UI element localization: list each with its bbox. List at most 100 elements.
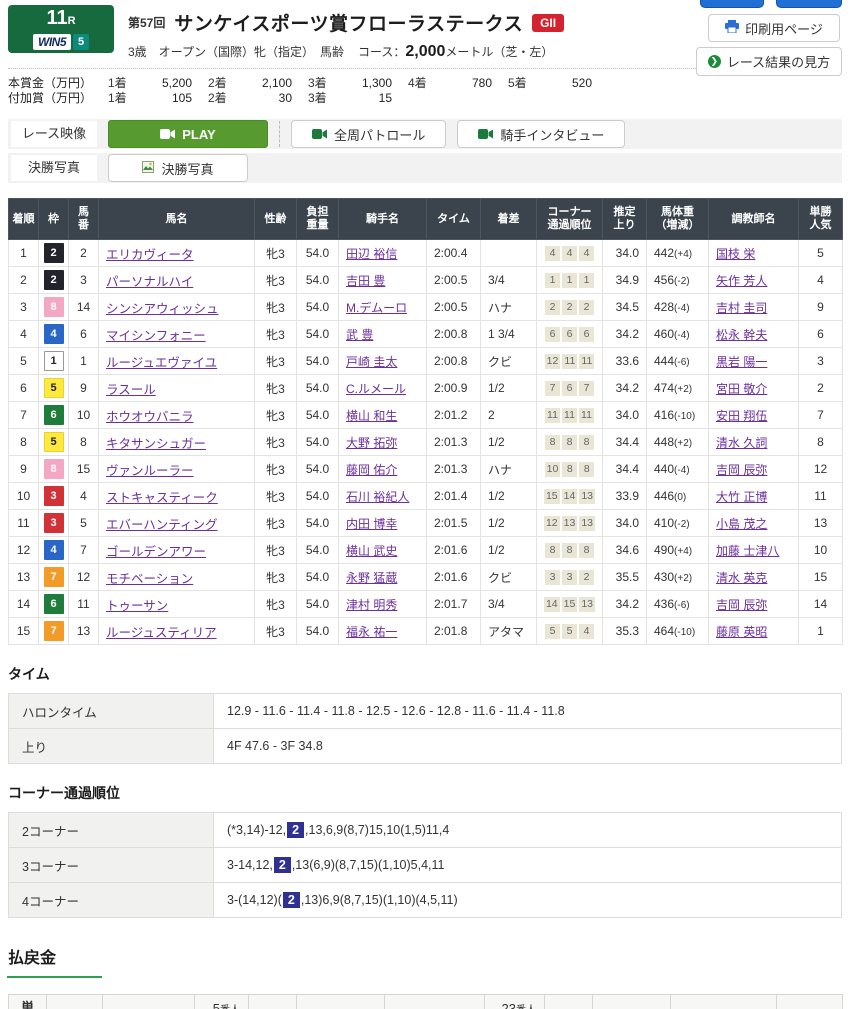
payout-amount: 1,360円 [103,995,195,1009]
finish-time: 2:01.6 [427,564,481,591]
horse-name-link[interactable]: キタサンシュガー [106,437,206,451]
payout-popularity: 5番人気 [195,995,249,1009]
win-popularity: 12 [799,456,843,483]
trainer-link[interactable]: 藤原 英昭 [716,625,767,639]
time-row-value: 4F 47.6 - 3F 34.8 [214,729,842,764]
bet-type-label: 馬連 [545,995,593,1009]
trainer-link[interactable]: 吉岡 辰弥 [716,463,767,477]
corner-positions: 121111 [537,348,603,375]
carried-weight: 54.0 [297,402,339,429]
sex-age: 牝3 [255,618,297,645]
jockey-interview-button[interactable]: 騎手インタビュー [457,120,625,148]
trainer-link[interactable]: 松永 幹夫 [716,328,767,342]
trainer-link[interactable]: 清水 久詞 [716,436,767,450]
patrol-video-button[interactable]: 全周パトロール [291,120,446,148]
finish-rank: 9 [9,456,39,483]
finish-photo-button[interactable]: 決勝写真 [108,154,248,182]
jockey-link[interactable]: 田辺 裕信 [346,247,397,261]
trainer-link[interactable]: 安田 翔伍 [716,409,767,423]
video-camera-icon [478,127,493,142]
corner-position: 11 [562,354,577,369]
win-popularity: 2 [799,375,843,402]
jockey-link[interactable]: 内田 博幸 [346,517,397,531]
horse-name-link[interactable]: ラスール [106,383,156,397]
corner-positions: 554 [537,618,603,645]
finish-time: 2:00.5 [427,294,481,321]
header-blue-button-left[interactable] [700,0,764,8]
horse-name-link[interactable]: ストキャスティーク [106,491,218,505]
trainer-link[interactable]: 清水 英克 [716,571,767,585]
horse-name-link[interactable]: ヴァンルーラー [106,464,194,478]
jockey-link[interactable]: 戸崎 圭太 [346,355,397,369]
prize-rank-label: 2着 [208,76,240,91]
payout-amount: 6,180円 [385,995,485,1009]
trainer-link[interactable]: 矢作 芳人 [716,274,767,288]
corner-position: 2 [562,300,577,315]
body-weight: 410(-2) [647,510,709,537]
jockey-link[interactable]: 吉田 豊 [346,274,385,288]
jockey-link[interactable]: 石川 裕紀人 [346,490,409,504]
frame-number-badge: 5 [44,432,64,452]
photo-icon [142,161,154,176]
jockey-link[interactable]: 武 豊 [346,328,373,342]
trainer-link[interactable]: 宮田 敬介 [716,382,767,396]
frame-cell: 7 [39,564,69,591]
print-page-button[interactable]: 印刷用ページ [708,14,840,42]
header-blue-button-right[interactable] [776,0,842,8]
horse-name-link[interactable]: エバーハンティング [106,518,218,532]
frame-number-badge: 6 [44,405,64,425]
corner-positions: 888 [537,429,603,456]
horse-name-link[interactable]: ホウオウバニラ [106,410,194,424]
jockey-link[interactable]: 横山 武史 [346,544,397,558]
video-camera-icon [312,127,327,142]
jockey-link[interactable]: 永野 猛蔵 [346,571,397,585]
body-weight-value: 474 [654,381,674,395]
body-weight-value: 442 [654,246,674,260]
horse-name-link[interactable]: マイシンフォニー [106,329,206,343]
jockey-link[interactable]: 横山 和生 [346,409,397,423]
corner-row-label: 2コーナー [9,813,214,848]
horse-name-link[interactable]: ルージュスティリア [106,626,217,640]
sex-age: 牝3 [255,321,297,348]
trainer-link[interactable]: 小島 茂之 [716,517,767,531]
horse-name-link[interactable]: ゴールデンアワー [106,545,206,559]
video-camera-icon [160,127,175,142]
jockey-link[interactable]: 福永 祐一 [346,625,397,639]
horse-name-link[interactable]: エリカヴィータ [106,248,194,262]
sex-age: 牝3 [255,348,297,375]
printer-icon [725,20,739,36]
trainer-link[interactable]: 国枝 栄 [716,247,755,261]
extra-prize-values: 1着1052着303着15 [108,91,408,106]
jockey-link[interactable]: 藤岡 佑介 [346,463,397,477]
prize-rank-label: 1着 [108,76,140,91]
finish-rank: 8 [9,429,39,456]
corner-table: 2コーナー(*3,14)-12,2,13,6,9(8,7)15,10(1,5)1… [8,812,842,918]
trainer-link[interactable]: 黒岩 陽一 [716,355,767,369]
result-guide-button[interactable]: ❯ レース結果の見方 [696,47,842,76]
jockey-link[interactable]: C.ルメール [346,382,406,396]
corner-position: 8 [579,435,594,450]
last-3f: 35.5 [603,564,647,591]
corner-position: 13 [562,516,578,531]
horse-name-link[interactable]: ルージュエヴァイユ [106,356,217,370]
trainer-link[interactable]: 吉村 圭司 [716,301,767,315]
horse-name-link[interactable]: モチベーション [106,572,193,586]
trainer-link[interactable]: 加藤 士津八 [716,544,779,558]
frame-cell: 6 [39,591,69,618]
sex-age: 牝3 [255,294,297,321]
horse-name-cell: ラスール [99,375,255,402]
trainer-link[interactable]: 大竹 正博 [716,490,767,504]
jockey-link[interactable]: 大野 拓弥 [346,436,397,450]
jockey-link[interactable]: M.デムーロ [346,301,407,315]
result-row: 13712モチベーション牝354.0永野 猛蔵2:01.6クビ33235.543… [9,564,843,591]
horse-name-link[interactable]: パーソナルハイ [106,275,193,289]
results-column-header: 推定 上り [603,199,647,240]
jockey-link[interactable]: 津村 明秀 [346,598,397,612]
trainer-link[interactable]: 吉岡 辰弥 [716,598,767,612]
frame-number-badge: 4 [44,540,64,560]
play-button[interactable]: PLAY [108,120,268,148]
horse-name-link[interactable]: シンシアウィッシュ [106,302,219,316]
prize-value: 1,300 [340,76,392,91]
race-video-bar: レース映像 PLAY 全周パトロール 騎手インタビュー [8,119,842,149]
horse-name-link[interactable]: トゥーサン [106,599,168,613]
